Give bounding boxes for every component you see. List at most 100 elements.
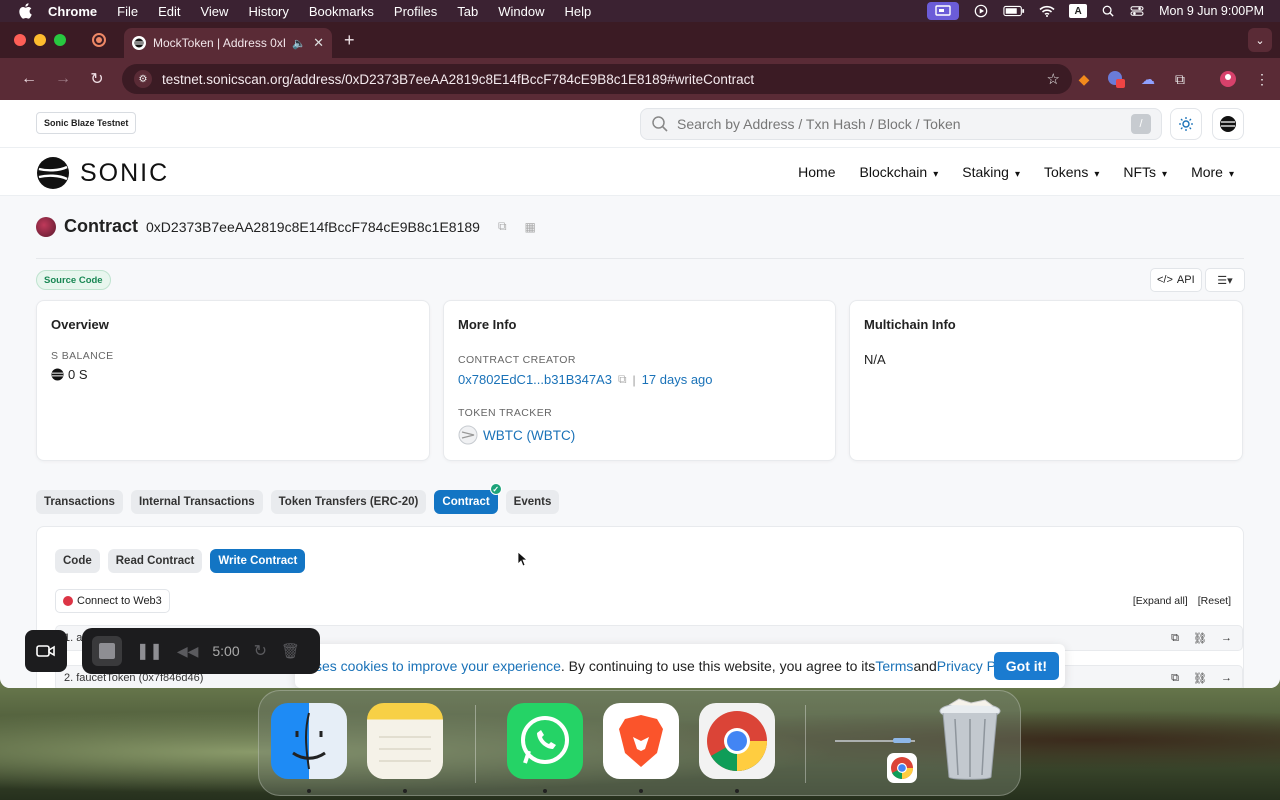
list-options-button[interactable]: ☰▾ [1205, 268, 1245, 292]
api-button[interactable]: </> API [1150, 268, 1202, 292]
qr-code-icon[interactable]: ▦ [525, 220, 536, 234]
site-search-input[interactable]: Search by Address / Txn Hash / Block / T… [640, 108, 1162, 140]
network-badge[interactable]: Sonic Blaze Testnet [36, 112, 137, 134]
play-circle-icon[interactable] [973, 4, 989, 18]
reload-button[interactable]: ↻ [80, 69, 114, 89]
token-tracker-link[interactable]: WBTC (WBTC) [483, 428, 575, 443]
cookie-accept-button[interactable]: Got it! [993, 652, 1059, 680]
spotlight-search-icon[interactable] [1101, 5, 1115, 17]
dock-trash[interactable] [935, 697, 1005, 783]
screen-mirror-icon[interactable] [927, 2, 960, 20]
tab-close-icon[interactable]: ✕ [313, 35, 324, 51]
copy-icon[interactable]: ⧉ [618, 372, 627, 387]
tab-contract[interactable]: Contract ✓ [434, 483, 502, 514]
wifi-icon[interactable] [1039, 5, 1055, 17]
dock-notes[interactable] [367, 703, 443, 779]
tab-transactions[interactable]: Transactions [36, 490, 123, 514]
menubar-clock[interactable]: Mon 9 Jun 9:00PM [1159, 4, 1264, 18]
site-navbar: SONIC Home Blockchain ▾ Staking ▾ Tokens ▾ … [0, 148, 1280, 196]
menu-help[interactable]: Help [565, 4, 592, 19]
theme-toggle-sun-icon[interactable] [1170, 108, 1202, 140]
subtab-read-contract[interactable]: Read Contract [107, 549, 203, 573]
menu-file[interactable]: File [117, 4, 138, 19]
sonic-network-icon[interactable] [1212, 108, 1244, 140]
tab-internal-transactions[interactable]: Internal Transactions [130, 490, 263, 514]
menu-bookmarks[interactable]: Bookmarks [309, 4, 374, 19]
dock-finder[interactable] [271, 703, 347, 779]
whatsapp-icon [521, 716, 569, 764]
expand-all-link[interactable]: [Expand all] [1133, 595, 1188, 607]
control-center-icon[interactable] [1129, 5, 1145, 17]
address-url[interactable]: testnet.sonicscan.org/address/0xD2373B7e… [162, 72, 1037, 87]
arrow-right-icon[interactable]: → [1221, 672, 1232, 685]
copy-icon[interactable]: ⧉ [1171, 632, 1179, 645]
restart-icon[interactable]: ↻ [254, 641, 267, 661]
creator-address-link[interactable]: 0x7802EdC1...b31B347A3 [458, 372, 612, 387]
chrome-menu-icon[interactable]: ⋮ [1252, 69, 1272, 89]
menu-history[interactable]: History [248, 4, 288, 19]
extensions-puzzle-icon[interactable]: ⧉ [1170, 69, 1190, 89]
menu-tab[interactable]: Tab [457, 4, 478, 19]
zoom-window-button[interactable] [54, 34, 66, 46]
menu-edit[interactable]: Edit [158, 4, 180, 19]
extension-badge-icon[interactable] [1106, 69, 1126, 89]
toolbar: ← → ↻ ⚙ testnet.sonicscan.org/address/0x… [0, 58, 1280, 100]
tab-token-transfers[interactable]: Token Transfers (ERC-20) [270, 490, 427, 514]
link-icon[interactable]: ⛓ [1193, 672, 1207, 685]
site-info-icon[interactable]: ⚙ [134, 70, 152, 88]
sonic-logo[interactable]: SONIC [36, 156, 169, 190]
dock-chrome[interactable] [699, 703, 775, 779]
dock-running-dot [307, 789, 311, 793]
stop-recording-button[interactable] [92, 636, 122, 666]
nav-tokens[interactable]: Tokens ▾ [1044, 164, 1099, 180]
nav-nfts-label: NFTs [1123, 164, 1157, 180]
nav-home[interactable]: Home [798, 164, 835, 180]
battery-icon[interactable] [1003, 5, 1025, 17]
subtab-write-contract[interactable]: Write Contract [210, 549, 306, 573]
input-source-icon[interactable]: A [1069, 4, 1088, 18]
bookmark-star-icon[interactable]: ☆ [1047, 70, 1060, 88]
arrow-right-icon[interactable]: → [1221, 632, 1232, 645]
pause-icon[interactable]: ❚❚ [136, 641, 163, 661]
close-window-button[interactable] [14, 34, 26, 46]
camera-toggle-button[interactable] [25, 630, 67, 672]
link-icon[interactable]: ⛓ [1193, 632, 1207, 645]
subtab-code[interactable]: Code [55, 549, 100, 573]
creation-tx-link[interactable]: 17 days ago [642, 372, 713, 387]
reset-link[interactable]: [Reset] [1198, 595, 1231, 607]
address-bar[interactable]: ⚙ testnet.sonicscan.org/address/0xD2373B… [122, 64, 1072, 94]
dock-brave[interactable] [603, 703, 679, 779]
menu-view[interactable]: View [200, 4, 228, 19]
new-tab-button[interactable]: + [344, 30, 355, 51]
dock-whatsapp[interactable] [507, 703, 583, 779]
apple-menu-icon[interactable] [18, 3, 32, 19]
tab-search-chevron-icon[interactable]: ⌄ [1248, 28, 1272, 52]
nav-more[interactable]: More ▾ [1191, 164, 1234, 180]
nav-staking[interactable]: Staking ▾ [962, 164, 1020, 180]
copy-icon[interactable]: ⧉ [1171, 672, 1179, 685]
metamask-extension-icon[interactable]: ◆ [1074, 69, 1094, 89]
menu-app-name[interactable]: Chrome [48, 4, 97, 19]
nav-blockchain[interactable]: Blockchain ▾ [860, 164, 939, 180]
forward-button[interactable]: → [46, 70, 80, 88]
menu-profiles[interactable]: Profiles [394, 4, 437, 19]
browser-tab-active[interactable]: MockToken | Address 0xD 🔈 ✕ [124, 28, 332, 58]
trash-icon[interactable]: 🗑 [281, 642, 300, 660]
mac-menubar: Chrome File Edit View History Bookmarks … [0, 0, 1280, 22]
connect-web3-button[interactable]: Connect to Web3 [55, 589, 170, 613]
extension-icon[interactable]: ☁ [1138, 69, 1158, 89]
nav-blockchain-label: Blockchain [859, 164, 928, 180]
menu-window[interactable]: Window [498, 4, 544, 19]
cookie-text-link[interactable]: ses cookies to improve your experience [315, 658, 561, 674]
tab-audio-icon[interactable]: 🔈 [292, 37, 306, 50]
back-button[interactable]: ← [12, 70, 46, 88]
source-code-badge[interactable]: Source Code [36, 270, 111, 290]
nav-nfts[interactable]: NFTs ▾ [1123, 164, 1167, 180]
minimize-window-button[interactable] [34, 34, 46, 46]
rewind-icon[interactable]: ◀◀ [177, 643, 199, 660]
dock-running-dot [543, 789, 547, 793]
copy-icon[interactable]: ⧉ [498, 219, 507, 234]
terms-link[interactable]: Terms [875, 658, 913, 674]
tab-events[interactable]: Events [505, 490, 560, 514]
profile-avatar[interactable] [1218, 69, 1238, 89]
